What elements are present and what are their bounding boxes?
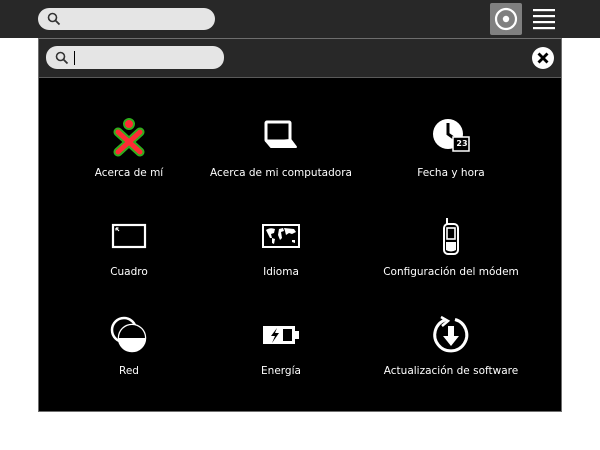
item-network[interactable]: Red [42, 315, 216, 395]
item-label: Actualización de software [383, 365, 519, 377]
list-view-icon [533, 9, 555, 30]
item-label: Idioma [263, 266, 299, 278]
item-language[interactable]: Idioma [194, 216, 368, 296]
close-icon [532, 47, 554, 69]
item-label: Cuadro [110, 266, 148, 278]
control-panel-header [39, 39, 561, 78]
panel-search-input[interactable] [74, 50, 216, 65]
toolbar-search-input[interactable] [66, 11, 207, 27]
calendar-day-text: 23 [456, 139, 468, 148]
item-frame[interactable]: Cuadro [42, 216, 216, 296]
control-panel: Acerca de mí Acerca de mi computadora 23… [38, 38, 562, 412]
toolbar-search-field[interactable] [38, 8, 215, 30]
battery-icon [263, 326, 299, 344]
cellphone-icon [443, 218, 459, 255]
neighborhood-view-icon [494, 7, 518, 31]
network-icon [110, 316, 147, 353]
item-label: Acerca de mí [94, 167, 164, 179]
close-button[interactable] [531, 46, 555, 70]
world-map-icon [262, 224, 300, 248]
xo-icon [113, 118, 145, 157]
frame-icon [111, 223, 147, 249]
clock-icon [433, 119, 470, 152]
panel-search-field[interactable] [46, 46, 224, 69]
item-label: Red [119, 365, 139, 377]
top-toolbar [0, 0, 600, 38]
item-label: Acerca de mi computadora [210, 167, 352, 179]
item-about-computer[interactable]: Acerca de mi computadora [194, 117, 368, 197]
list-view-button[interactable] [530, 6, 558, 32]
update-icon [433, 315, 469, 353]
item-label: Energía [261, 365, 301, 377]
neighborhood-view-button[interactable] [490, 3, 522, 35]
item-software-update[interactable]: Actualización de software [364, 315, 538, 395]
item-label: Configuración del módem [383, 266, 519, 278]
item-power[interactable]: Energía [194, 315, 368, 395]
item-label: Fecha y hora [417, 167, 485, 179]
item-modem-config[interactable]: Configuración del módem [364, 216, 538, 296]
computer-icon [264, 120, 297, 148]
search-icon [47, 12, 61, 26]
item-date-time[interactable]: 23 Fecha y hora [364, 117, 538, 197]
search-icon [55, 51, 69, 64]
item-about-me[interactable]: Acerca de mí [42, 117, 216, 197]
